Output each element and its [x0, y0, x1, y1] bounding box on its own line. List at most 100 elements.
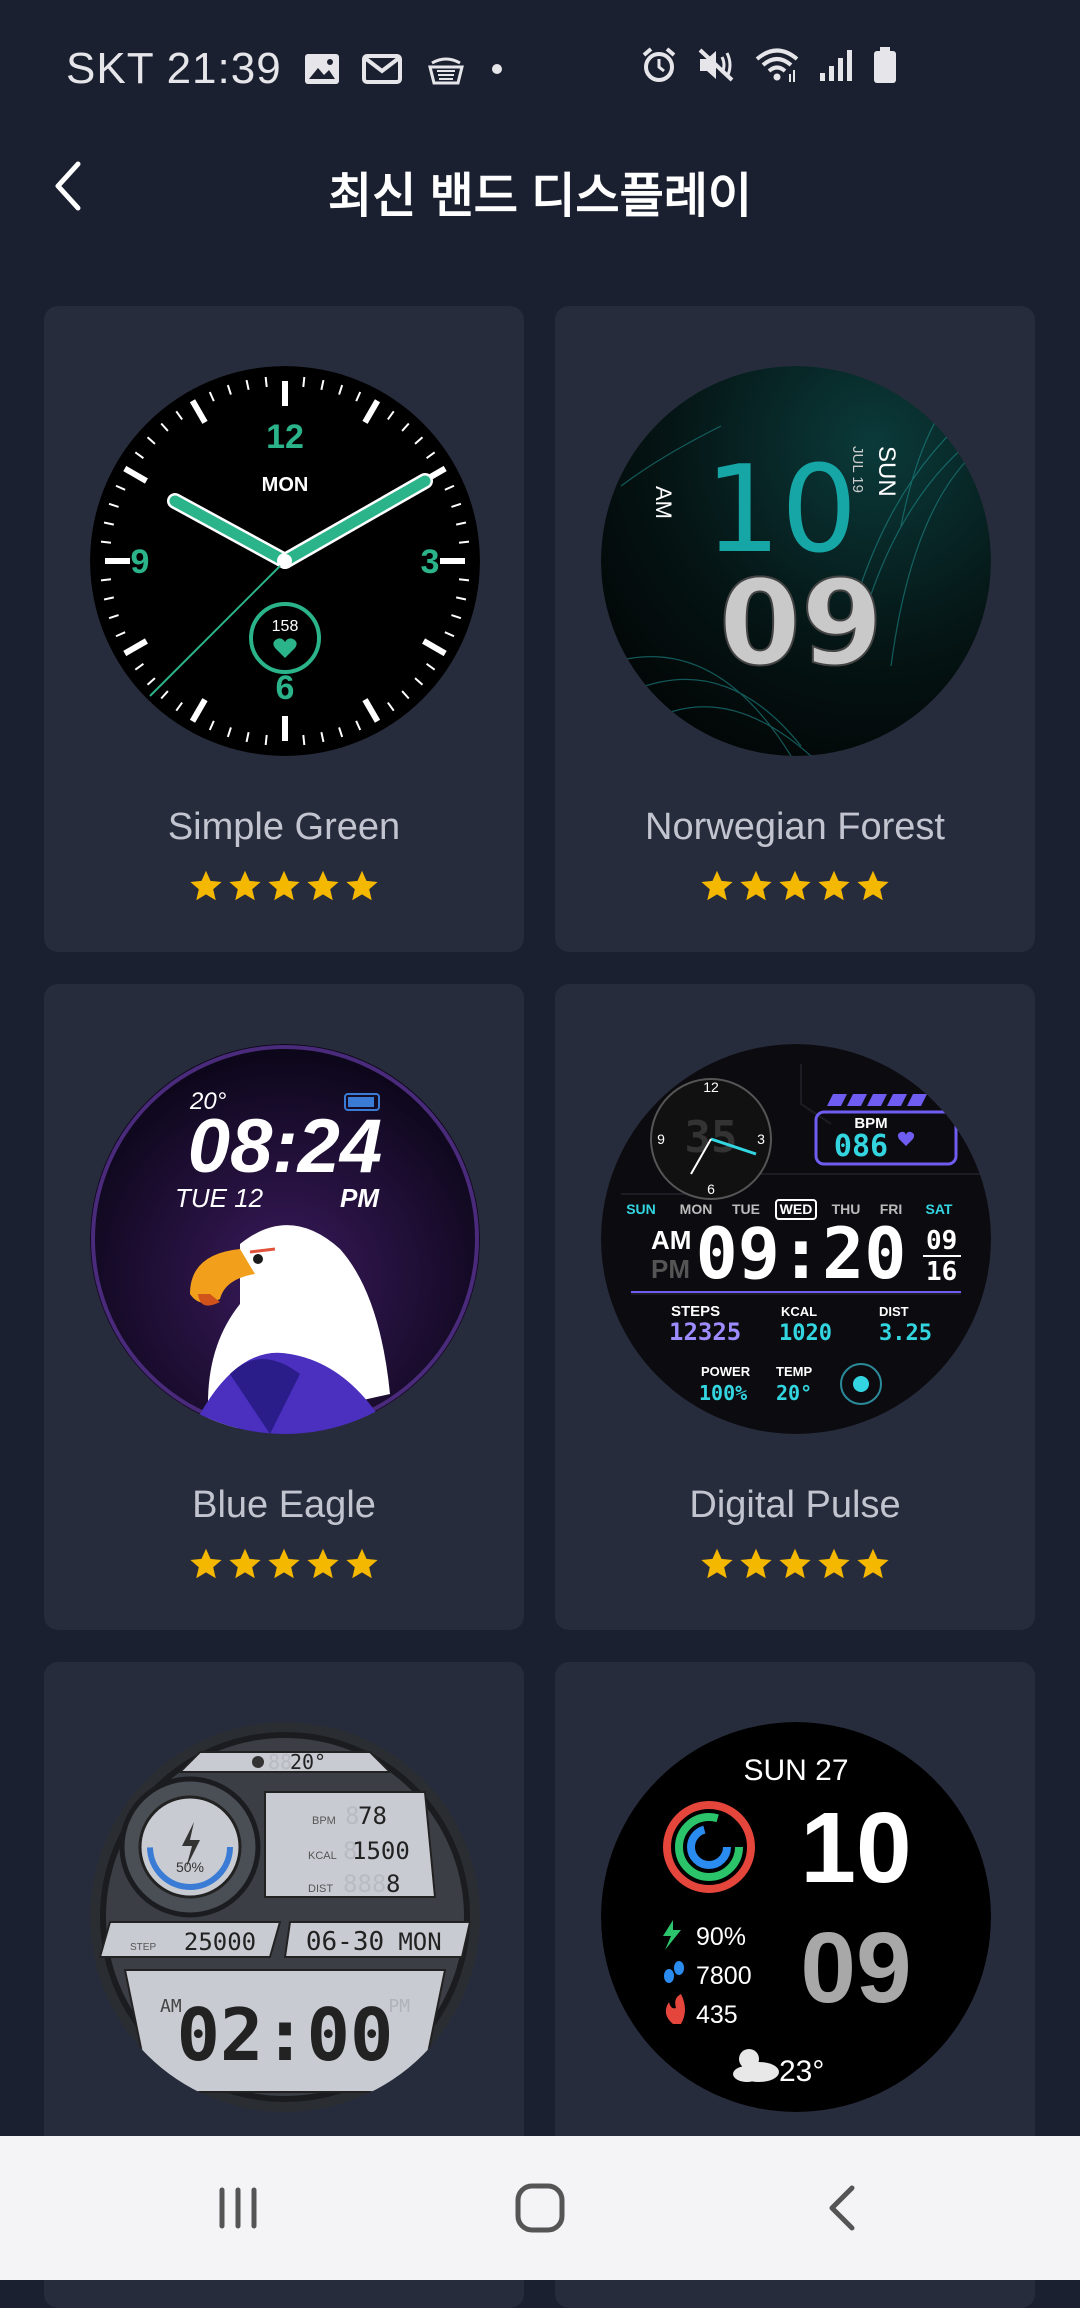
hour-display: 10: [800, 1792, 911, 1904]
recent-apps-button[interactable]: [198, 2172, 278, 2244]
temp-value: 20°: [776, 1381, 812, 1405]
steps-value: 25000: [184, 1928, 256, 1956]
kcal-value: 1020: [779, 1321, 832, 1346]
image-icon: [304, 53, 340, 85]
dial-minute-tick: [302, 376, 306, 388]
day-display: 16: [926, 1257, 957, 1287]
dial-minute-tick: [302, 734, 306, 746]
pm-label: PM: [651, 1254, 690, 1284]
nav-back-button[interactable]: [802, 2172, 882, 2244]
carrier: SKT: [66, 44, 155, 93]
time-display: 09:20: [696, 1213, 907, 1295]
dial-minute-tick: [264, 734, 268, 746]
kcal-label: KCAL: [781, 1304, 817, 1319]
alarm-icon: [640, 46, 678, 89]
amazon-icon: [424, 51, 468, 87]
dot-icon: [490, 62, 504, 76]
star-icon: [740, 1548, 772, 1579]
date-display: 06-30: [306, 1927, 384, 1957]
calories-value: 435: [696, 2001, 738, 2029]
time-display: 08:24: [188, 1104, 382, 1189]
dial-minute-tick: [458, 578, 470, 582]
status-right: [640, 46, 898, 89]
page-title: 최신 밴드 디스플레이: [327, 170, 753, 223]
recent-apps-icon: [219, 2187, 257, 2229]
star-icon: [818, 870, 850, 901]
analog-ghost-digits: 35: [685, 1112, 738, 1163]
star-icon: [857, 1548, 889, 1579]
star-icon: [307, 1548, 339, 1579]
star-icon: [346, 1548, 378, 1579]
weekday-label: SAT: [926, 1201, 953, 1217]
watch-face-name: Norwegian Forest: [645, 806, 945, 848]
analog-numeral-12: 12: [703, 1079, 719, 1095]
star-icon: [190, 1548, 222, 1579]
dist-label: DIST: [879, 1304, 909, 1319]
heart-rate-value: 158: [272, 618, 299, 635]
star-icon: [740, 870, 772, 901]
kcal-label: KCAL: [308, 1850, 337, 1862]
dial-numeral-6: 6: [276, 669, 295, 707]
power-label: POWER: [701, 1364, 751, 1379]
bpm-value: 086: [834, 1129, 888, 1164]
mail-icon: [361, 54, 402, 84]
watch-face-preview: SUN 27 10 09 90% 7800 435 23°: [601, 1722, 991, 2112]
dist-label: DIST: [308, 1883, 333, 1895]
dist-ghost: 888: [343, 1870, 386, 1898]
battery-percent: 50%: [176, 1859, 204, 1875]
watch-face-preview: AM 10 09 SUN JUL 19: [601, 366, 991, 756]
star-icon: [229, 870, 261, 901]
watch-face-card[interactable]: AM 10 09 SUN JUL 19 Norwegian Forest: [555, 306, 1035, 952]
watch-face-preview: 12 3 6 9 MON 158: [90, 366, 480, 756]
watch-face-preview: 88 20° 50% BPM 8 78 KCAL 8 1500 DIST 888…: [90, 1722, 480, 2112]
signal-icon: [818, 47, 854, 88]
temp-label: TEMP: [776, 1364, 812, 1379]
rating-stars: [44, 1546, 524, 1582]
month-display: 09: [926, 1226, 957, 1256]
rating-stars: [555, 868, 1035, 904]
star-icon: [307, 870, 339, 901]
dial-numeral-3: 3: [421, 543, 440, 581]
analog-numeral-9: 9: [657, 1131, 665, 1147]
dial-minute-tick: [100, 578, 112, 582]
day-label: SUN: [873, 446, 900, 497]
rating-stars: [555, 1546, 1035, 1582]
date-display: TUE 12: [175, 1183, 264, 1213]
am-label: AM: [651, 1225, 691, 1255]
watch-face-card[interactable]: 20° 08:24 TUE 12 PM Blue Eagle: [44, 984, 524, 1630]
watch-face-card[interactable]: 12 3 6 9 35 BPM 086 SUN MON TUE WED THU FRI SA…: [555, 984, 1035, 1630]
minute-display: 09: [800, 1912, 911, 2024]
rating-stars: [44, 868, 524, 904]
star-icon: [779, 870, 811, 901]
temp-ghost: 88: [268, 1750, 292, 1774]
weather-temp: 23°: [779, 2055, 824, 2088]
bpm-label: BPM: [312, 1815, 336, 1827]
status-left: SKT 21:39: [66, 44, 504, 94]
watch-face-name: Digital Pulse: [689, 1484, 901, 1526]
dial-minute-tick: [264, 376, 268, 388]
back-icon: [829, 2185, 855, 2231]
power-value: 100%: [699, 1381, 747, 1405]
dist-value: 8: [386, 1870, 400, 1898]
wifi-icon: [754, 46, 800, 89]
home-icon: [515, 2183, 565, 2233]
steps-value: 7800: [696, 1962, 752, 1990]
analog-numeral-3: 3: [757, 1131, 765, 1147]
star-icon: [779, 1548, 811, 1579]
home-button[interactable]: [500, 2172, 580, 2244]
clock: 21:39: [166, 44, 282, 93]
star-icon: [701, 1548, 733, 1579]
watch-face-card[interactable]: 12 3 6 9 MON 158 Simple Green: [44, 306, 524, 952]
battery-icon: [872, 46, 898, 89]
kcal-value: 1500: [352, 1837, 410, 1865]
watch-face-preview: 12 3 6 9 35 BPM 086 SUN MON TUE WED THU FRI SA…: [601, 1044, 991, 1434]
status-bar: SKT 21:39: [0, 0, 1080, 130]
day-display: MON: [398, 1928, 441, 1956]
dial-minute-tick: [458, 540, 470, 544]
system-nav-bar: [0, 2136, 1080, 2280]
star-icon: [818, 1548, 850, 1579]
weekday-label: SUN: [626, 1201, 656, 1217]
star-icon: [701, 870, 733, 901]
star-icon: [857, 870, 889, 901]
dial-day: MON: [262, 474, 309, 496]
